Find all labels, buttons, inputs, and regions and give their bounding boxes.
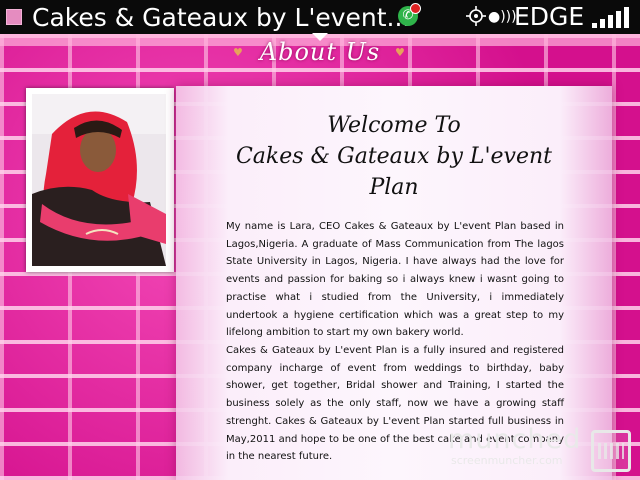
film-strip-icon	[591, 430, 631, 472]
window-title: Cakes & Gateaux by L'event...	[32, 2, 411, 32]
page-title: About Us	[259, 38, 381, 66]
welcome-line: Cakes & Gateaux by L'event	[235, 144, 553, 169]
about-content-panel: Welcome To Cakes & Gateaux by L'event Pl…	[176, 86, 612, 480]
signal-icon: ●)))	[488, 9, 517, 25]
gps-icon	[466, 6, 486, 26]
welcome-heading: Welcome To Cakes & Gateaux by L'event Pl…	[206, 110, 582, 203]
heart-icon: ♥	[395, 46, 405, 59]
profile-photo-frame	[26, 88, 174, 272]
signal-bars-icon	[592, 6, 636, 28]
app-icon	[6, 9, 22, 25]
status-bar: Cakes & Gateaux by L'event... ✆ ●))) EDG…	[0, 0, 640, 34]
whatsapp-icon[interactable]: ✆	[398, 3, 421, 26]
network-type: EDGE	[514, 2, 585, 31]
profile-photo	[32, 94, 166, 266]
notification-badge	[410, 3, 421, 14]
watermark-url: screenmuncher.com	[451, 454, 563, 467]
welcome-line: Plan	[369, 175, 419, 200]
page-content: About Us ♥ ♥ Welcome To Cakes & Gateaux …	[0, 33, 640, 480]
welcome-line: Welcome To	[327, 113, 461, 138]
about-paragraph-1: My name is Lara, CEO Cakes & Gateaux by …	[226, 221, 564, 339]
heart-icon: ♥	[233, 46, 243, 59]
watermark-logo-text: munched	[448, 424, 582, 455]
